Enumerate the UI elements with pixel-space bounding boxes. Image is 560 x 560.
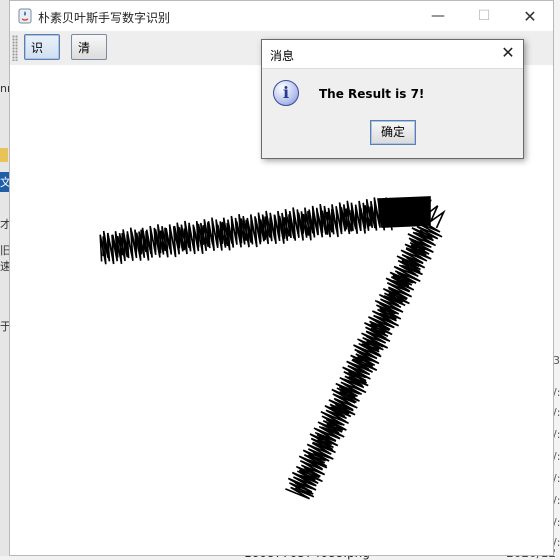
- ok-button[interactable]: 确定: [370, 120, 416, 145]
- close-button[interactable]: ✕: [507, 1, 553, 31]
- bg-text: /:: [553, 386, 560, 399]
- minimize-icon: —: [431, 8, 445, 24]
- java-app-icon: [18, 8, 32, 24]
- window-titlebar[interactable]: 朴素贝叶斯手写数字识别 — ☐ ✕: [10, 1, 553, 31]
- bg-text: /:: [553, 516, 560, 529]
- clear-button[interactable]: 清除: [71, 34, 107, 81]
- close-icon: ✕: [523, 6, 537, 26]
- close-icon: ✕: [501, 43, 515, 62]
- dialog-message: The Result is 7!: [319, 87, 425, 101]
- dialog-close-button[interactable]: ✕: [499, 44, 517, 62]
- info-icon: i: [273, 80, 299, 106]
- bg-text: 3: [553, 354, 560, 367]
- bg-text: /:: [553, 450, 560, 463]
- bg-text: /:: [553, 406, 560, 419]
- recognize-button[interactable]: 识别: [24, 34, 60, 81]
- dialog-title: 消息: [270, 49, 295, 63]
- message-dialog: 消息 ✕ i The Result is 7! 确定: [261, 39, 524, 159]
- dialog-titlebar[interactable]: 消息 ✕: [262, 40, 523, 69]
- bg-text: /:: [553, 494, 560, 507]
- bg-text: /:: [553, 428, 560, 441]
- minimize-button[interactable]: —: [415, 1, 461, 31]
- maximize-button[interactable]: ☐: [461, 1, 507, 31]
- bg-text: /:: [553, 472, 560, 485]
- toolbar-grip-handle[interactable]: [12, 35, 18, 61]
- window-title: 朴素贝叶斯手写数字识别: [38, 11, 171, 25]
- folder-icon: [0, 148, 8, 162]
- maximize-icon: ☐: [477, 8, 491, 24]
